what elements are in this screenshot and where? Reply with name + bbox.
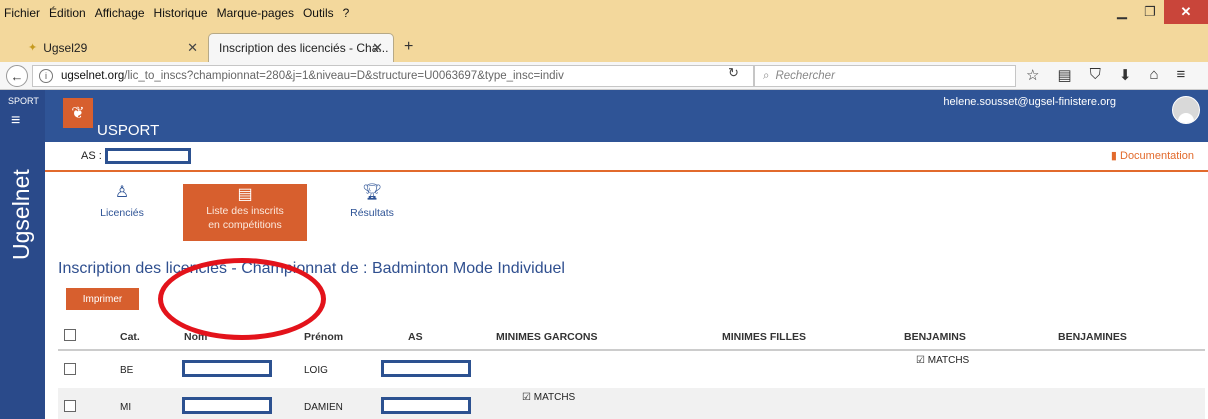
download-icon[interactable]: ⬇	[1119, 66, 1132, 84]
sidebar-sport-label: SPORT	[8, 96, 39, 106]
window-controls: ▁ ❐ ✕	[1108, 0, 1208, 24]
documentation-label: Documentation	[1120, 150, 1194, 162]
home-icon[interactable]: ⌂	[1149, 66, 1158, 84]
tile-resultats-label: Résultats	[350, 207, 394, 219]
browser-menubar: Fichier Édition Affichage Historique Mar…	[0, 0, 1208, 30]
col-minimes-filles: MINIMES FILLES	[722, 331, 806, 343]
menu-items: Fichier Édition Affichage Historique Mar…	[4, 6, 349, 20]
user-email[interactable]: helene.sousset@ugsel-finistere.org	[943, 96, 1116, 108]
close-tab-icon[interactable]: ✕	[187, 40, 198, 56]
col-minimes-garcons: MINIMES GARCONS	[496, 331, 598, 343]
tab-label: Ugsel29	[43, 40, 88, 55]
row-benjamins-label: MATCHS	[927, 355, 970, 366]
redacted-nom	[182, 360, 272, 377]
documentation-link[interactable]: ▮ Documentation	[1111, 149, 1194, 162]
search-icon: ⌕	[763, 69, 770, 82]
as-label: AS :	[81, 150, 102, 162]
pocket-icon[interactable]: ⛉	[1090, 66, 1101, 84]
trophy-icon: 🏆︎	[361, 184, 383, 201]
reading-list-icon[interactable]: ▤	[1057, 66, 1071, 84]
col-benjamines: BENJAMINES	[1058, 331, 1127, 343]
menu-edition[interactable]: Édition	[49, 6, 86, 20]
tile-liste-label-2: en compétitions	[208, 219, 282, 231]
as-bar: AS : ▮ Documentation	[45, 142, 1208, 172]
url-domain: ugselnet.org	[61, 70, 125, 82]
checked-icon: ☑	[916, 355, 925, 366]
row-cat: BE	[120, 365, 134, 376]
sidebar-brand: Ugselnet	[6, 142, 38, 262]
col-prenom: Prénom	[304, 331, 344, 343]
nav-tiles: ♙ Licenciés ▤ Liste des inscrits en comp…	[45, 172, 445, 241]
browser-tabbar: ✦ Ugsel29 ✕ Inscription des licenciés - …	[0, 30, 1208, 62]
row-minimes-garcons-cell[interactable]: ☑ MATCHS	[522, 392, 575, 403]
table-row: MI DAMIEN ☑ MATCHS	[58, 388, 1205, 419]
tab-inscription[interactable]: Inscription des licenciés - Cha... ✕	[208, 33, 394, 62]
sidebar-brand-text: Ugselnet	[8, 169, 34, 260]
hamburger-menu-icon[interactable]: ≡	[1177, 66, 1186, 84]
new-tab-icon[interactable]: +	[404, 38, 413, 56]
row-prenom: DAMIEN	[304, 402, 343, 413]
col-cat: Cat.	[120, 331, 140, 343]
book-icon: ▮	[1110, 150, 1117, 162]
toolbar-icons: ☆ ▤ ⛉ ⬇ ⌂ ≡	[1026, 66, 1185, 84]
sidebar-menu-icon[interactable]: ≡	[11, 112, 20, 130]
redacted-as	[381, 397, 471, 414]
reload-icon[interactable]: ↻	[728, 65, 739, 81]
close-window-icon[interactable]: ✕	[1164, 0, 1208, 24]
redacted-as	[381, 360, 471, 377]
redacted-as-name	[105, 148, 191, 164]
info-icon[interactable]: i	[39, 69, 53, 83]
row-cat: MI	[120, 402, 132, 413]
search-placeholder: Rechercher	[775, 70, 835, 82]
col-benjamins: BENJAMINS	[904, 331, 966, 343]
close-tab-icon[interactable]: ✕	[372, 40, 383, 56]
tile-liste-label-1: Liste des inscrits	[206, 205, 284, 217]
row-checkbox[interactable]	[64, 400, 76, 412]
tab-label: Inscription des licenciés - Cha...	[219, 41, 389, 55]
row-minimes-garcons-label: MATCHS	[533, 392, 576, 403]
person-icon: ♙	[114, 184, 130, 201]
avatar[interactable]	[1172, 96, 1200, 124]
tab-ugsel29[interactable]: ✦ Ugsel29 ✕	[18, 33, 208, 62]
back-icon[interactable]: ←	[6, 65, 28, 87]
tile-licencies[interactable]: ♙ Licenciés	[97, 182, 147, 219]
print-button[interactable]: Imprimer	[66, 288, 139, 310]
row-benjamins-cell[interactable]: ☑ MATCHS	[916, 355, 969, 366]
favicon-icon: ✦	[28, 42, 38, 54]
menu-fichier[interactable]: Fichier	[4, 6, 40, 20]
app-name: USPORT	[97, 122, 160, 139]
row-prenom: LOIG	[304, 365, 328, 376]
usport-logo-icon: ❦	[63, 98, 93, 128]
menu-marque-pages[interactable]: Marque-pages	[217, 6, 294, 20]
minimize-icon[interactable]: ▁	[1108, 0, 1136, 24]
menu-outils[interactable]: Outils	[303, 6, 334, 20]
table-row: BE LOIG ☑ MATCHS	[58, 351, 1205, 388]
annotation-circle	[158, 258, 326, 340]
checked-icon: ☑	[522, 392, 531, 403]
menu-historique[interactable]: Historique	[154, 6, 208, 20]
tile-liste-inscrits[interactable]: ▤ Liste des inscrits en compétitions	[183, 184, 307, 241]
bookmark-star-icon[interactable]: ☆	[1026, 66, 1039, 84]
app-header: ❦ USPORT helene.sousset@ugsel-finistere.…	[45, 90, 1208, 142]
tile-licencies-label: Licenciés	[100, 207, 144, 219]
redacted-nom	[182, 397, 272, 414]
sidebar: SPORT ≡ Ugselnet	[0, 90, 45, 419]
tile-resultats[interactable]: 🏆︎ Résultats	[347, 182, 397, 219]
page: SPORT ≡ Ugselnet ❦ USPORT helene.sousset…	[0, 90, 1208, 419]
url-path: /lic_to_inscs?championnat=280&j=1&niveau…	[124, 70, 564, 82]
menu-aide[interactable]: ?	[343, 6, 350, 20]
col-as: AS	[408, 331, 423, 343]
browser-navbar: ← i ugselnet.org/lic_to_inscs?championna…	[0, 62, 1208, 90]
row-checkbox[interactable]	[64, 363, 76, 375]
maximize-icon[interactable]: ❐	[1136, 0, 1164, 24]
search-input[interactable]: ⌕ Rechercher	[754, 65, 1016, 87]
select-all-checkbox[interactable]	[64, 329, 76, 341]
menu-affichage[interactable]: Affichage	[95, 6, 145, 20]
url-bar[interactable]: i ugselnet.org/lic_to_inscs?championnat=…	[32, 65, 754, 87]
list-icon: ▤	[237, 186, 253, 203]
